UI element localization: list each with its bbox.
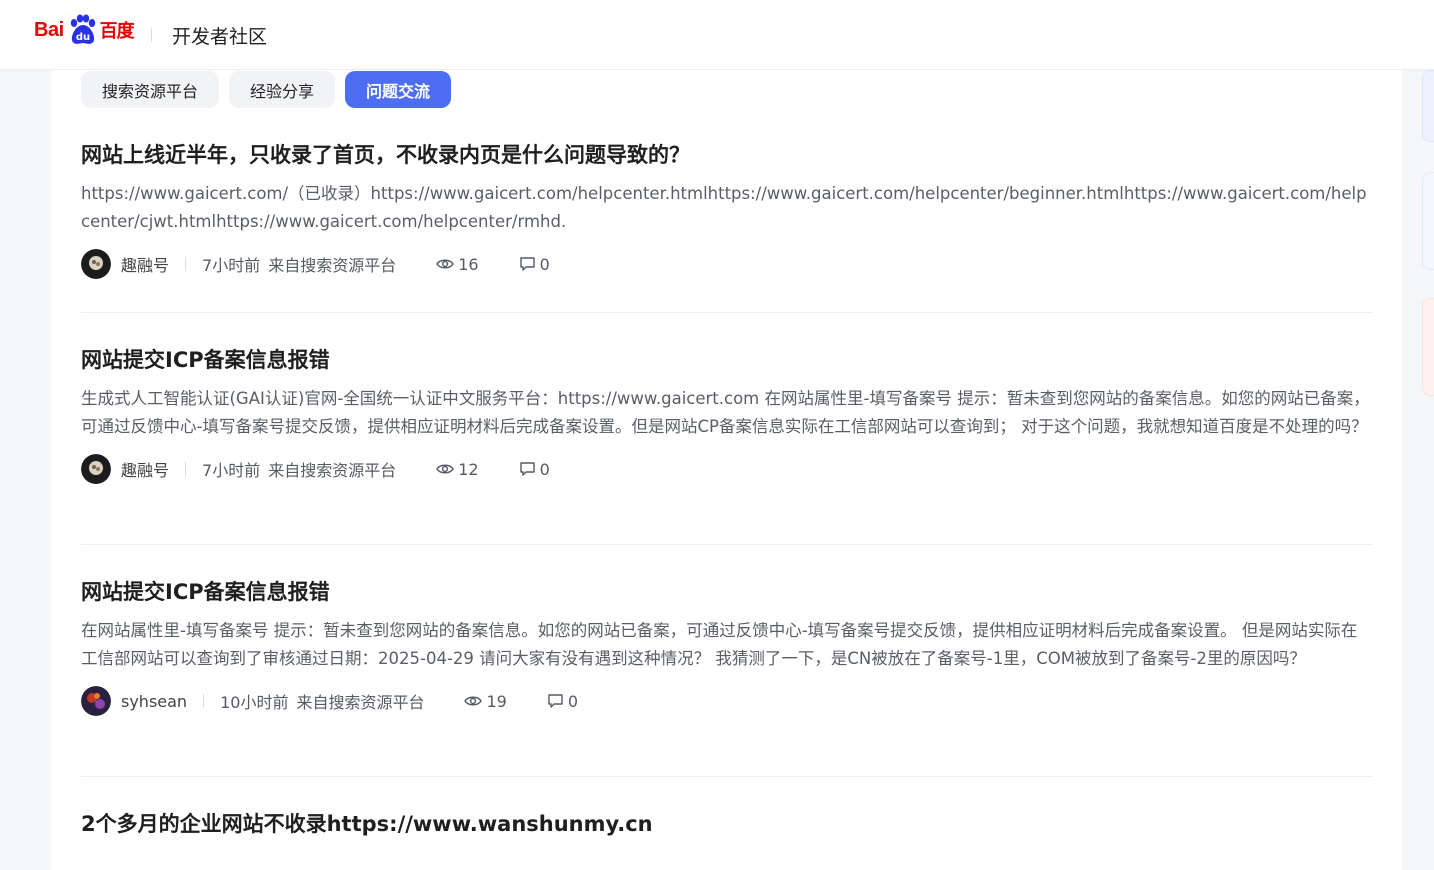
views-stat: 12 [436,459,479,479]
comments-stat[interactable]: 0 [519,460,550,479]
avatar[interactable] [81,686,111,716]
top-header: Bai du 百度 开发者社区 [0,0,1434,70]
post-meta: syhsean 10小时前 来自搜索资源平台 19 0 [81,685,1372,717]
right-side-panel [1422,70,1434,858]
list-item[interactable]: 2个多月的企业网站不收录https://www.wanshunmy.cn [81,777,1372,839]
category-tabs: 搜索资源平台 经验分享 问题交流 [81,71,452,108]
post-source: 来自搜索资源平台 [268,256,397,275]
views-count: 16 [458,254,479,274]
post-title[interactable]: 网站上线近半年，只收录了首页，不收录内页是什么问题导致的？ [81,140,1372,170]
comments-stat[interactable]: 0 [519,255,550,274]
eye-icon [464,696,483,706]
avatar[interactable] [81,249,111,279]
list-item[interactable]: 网站提交ICP备案信息报错 在网站属性里-填写备案号 提示：暂未查到您网站的备案… [81,545,1372,777]
baidu-logo[interactable]: Bai du 百度 [34,12,135,48]
list-item[interactable]: 网站提交ICP备案信息报错 生成式人工智能认证(GAI认证)官网-全国统一认证中… [81,313,1372,545]
post-time: 7小时前 [202,461,261,480]
post-title[interactable]: 网站提交ICP备案信息报错 [81,577,1372,607]
comments-count: 0 [539,254,550,274]
post-list: 网站上线近半年，只收录了首页，不收录内页是什么问题导致的？ https://ww… [81,140,1372,839]
post-title[interactable]: 2个多月的企业网站不收录https://www.wanshunmy.cn [81,809,1372,839]
views-count: 12 [458,459,479,479]
post-source: 来自搜索资源平台 [296,693,425,712]
logo-text-left: Bai [34,18,64,41]
post-title[interactable]: 网站提交ICP备案信息报错 [81,345,1372,375]
comments-stat[interactable]: 0 [547,692,578,711]
author-name[interactable]: 趣融号 [121,252,169,276]
comments-count: 0 [567,691,579,711]
post-description: 生成式人工智能认证(GAI认证)官网-全国统一认证中文服务平台：https://… [81,389,1370,436]
author-name[interactable]: syhsean [121,692,187,711]
site-title[interactable]: 开发者社区 [172,22,267,49]
post-meta: 趣融号 7小时前 来自搜索资源平台 12 0 [81,453,1372,485]
comment-icon [519,462,535,476]
post-description: 在网站属性里-填写备案号 提示：暂未查到您网站的备案信息。如您的网站已备案，可通… [81,621,1358,668]
eye-icon [436,259,455,269]
comments-count: 0 [539,459,550,479]
meta-divider [185,462,187,476]
eye-icon [436,464,455,474]
tab-questions[interactable]: 问题交流 [345,71,452,108]
svg-text:du: du [75,32,89,43]
side-widget-3[interactable] [1422,298,1434,396]
views-count: 19 [486,691,507,711]
baidu-paw-icon: du [70,14,95,44]
list-item[interactable]: 网站上线近半年，只收录了首页，不收录内页是什么问题导致的？ https://ww… [81,140,1372,313]
meta-divider [185,257,187,271]
logo-text-right: 百度 [99,21,135,42]
side-widget-1[interactable] [1422,70,1434,142]
tab-search-resource-platform[interactable]: 搜索资源平台 [81,71,220,108]
post-time: 7小时前 [202,256,261,275]
post-meta: 趣融号 7小时前 来自搜索资源平台 16 0 [81,248,1372,280]
post-source: 来自搜索资源平台 [268,461,397,480]
views-stat: 19 [464,691,507,711]
header-divider [151,28,152,42]
comment-icon [548,694,563,708]
views-stat: 16 [436,254,479,274]
meta-divider [203,694,205,708]
comment-icon [519,257,535,271]
post-description: https://www.gaicert.com/（已收录）https://www… [81,184,1367,231]
side-widget-2[interactable] [1422,172,1434,270]
avatar[interactable] [81,454,111,484]
tab-experience-sharing[interactable]: 经验分享 [229,71,336,108]
post-time: 10小时前 [220,693,289,712]
author-name[interactable]: 趣融号 [121,457,169,481]
